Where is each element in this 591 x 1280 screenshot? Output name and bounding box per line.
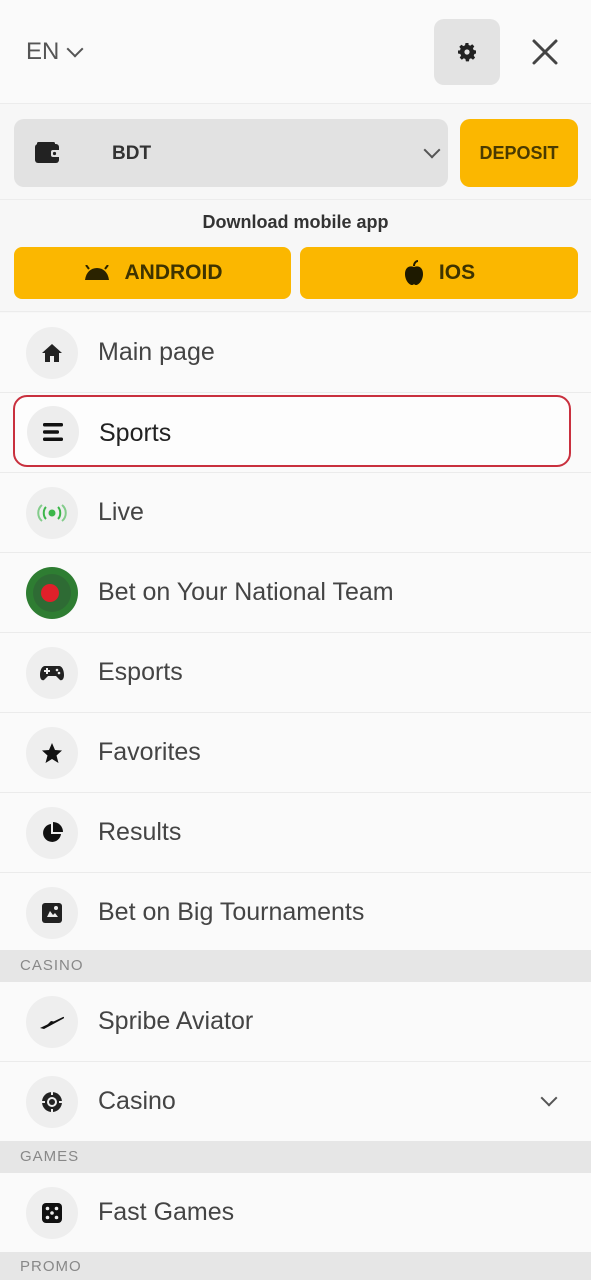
- chevron-down-icon: [423, 141, 441, 159]
- menu-item-label: Favorites: [98, 738, 201, 766]
- trophy-card-icon: [26, 887, 78, 939]
- ios-label: IOS: [438, 261, 476, 284]
- chevron-down-icon: [66, 40, 84, 58]
- menu-item-label: Live: [98, 498, 144, 526]
- dice-icon: [26, 1187, 78, 1239]
- chevron-down-icon[interactable]: [540, 1089, 558, 1107]
- gear-icon: [458, 43, 476, 62]
- menu-item-label: Sports: [99, 419, 172, 447]
- airplane-icon: [26, 996, 78, 1048]
- home-icon: [26, 327, 78, 379]
- android-label: ANDROID: [124, 261, 223, 284]
- currency-code: BDT: [112, 143, 152, 164]
- bangladesh-flag-icon: [26, 567, 78, 619]
- menu-item-national-team[interactable]: Bet on Your National Team: [0, 553, 591, 633]
- menu-item-live[interactable]: Live: [0, 473, 591, 553]
- settings-button[interactable]: [434, 19, 500, 85]
- ios-download-button[interactable]: IOS: [300, 247, 578, 299]
- deposit-button[interactable]: DEPOSIT: [460, 119, 578, 187]
- language-code: EN: [26, 38, 60, 65]
- menu-item-label: Main page: [98, 338, 215, 366]
- menu-item-sports[interactable]: Sports: [13, 395, 571, 467]
- menu-item-label: Results: [98, 818, 182, 846]
- menu-item-casino[interactable]: Casino: [0, 1062, 591, 1142]
- android-icon: [84, 265, 109, 280]
- live-broadcast-icon: [26, 487, 78, 539]
- top-bar: EN: [0, 0, 591, 104]
- menu-item-fast-games[interactable]: Fast Games: [0, 1173, 591, 1253]
- menu-item-favorites[interactable]: Favorites: [0, 713, 591, 793]
- section-header-promo: PROMO: [0, 1252, 591, 1280]
- android-download-button[interactable]: ANDROID: [14, 247, 291, 299]
- section-header-games: GAMES: [0, 1141, 591, 1173]
- close-icon: [532, 39, 558, 65]
- apple-icon: [404, 260, 423, 285]
- language-selector[interactable]: EN: [26, 34, 84, 70]
- wallet-icon: [35, 142, 61, 163]
- wallet-row: BDT DEPOSIT: [0, 104, 591, 200]
- section-header-casino: CASINO: [0, 950, 591, 982]
- roulette-chip-icon: [26, 1076, 78, 1128]
- menu-item-big-tournaments[interactable]: Bet on Big Tournaments: [0, 873, 591, 953]
- menu-item-label: Fast Games: [98, 1198, 235, 1226]
- gamepad-icon: [26, 647, 78, 699]
- hamburger-menu-icon: [27, 406, 79, 458]
- menu-item-label: Spribe Aviator: [98, 1007, 254, 1035]
- mobile-app-title: Download mobile app: [202, 212, 389, 232]
- menu-item-label: Casino: [98, 1087, 176, 1115]
- star-icon: [26, 727, 78, 779]
- mobile-app-block: Download mobile app ANDROID IOS: [0, 200, 591, 312]
- menu-item-results[interactable]: Results: [0, 793, 591, 873]
- pie-chart-icon: [26, 807, 78, 859]
- menu-item-esports[interactable]: Esports: [0, 633, 591, 713]
- currency-select[interactable]: BDT: [14, 119, 448, 187]
- menu-item-spribe-aviator[interactable]: Spribe Aviator: [0, 982, 591, 1062]
- menu-item-label: Esports: [98, 658, 183, 686]
- menu-item-label: Bet on Your National Team: [98, 578, 394, 606]
- menu-item-main-page[interactable]: Main page: [0, 313, 591, 393]
- menu-item-label: Bet on Big Tournaments: [98, 898, 365, 926]
- close-button[interactable]: [523, 30, 567, 74]
